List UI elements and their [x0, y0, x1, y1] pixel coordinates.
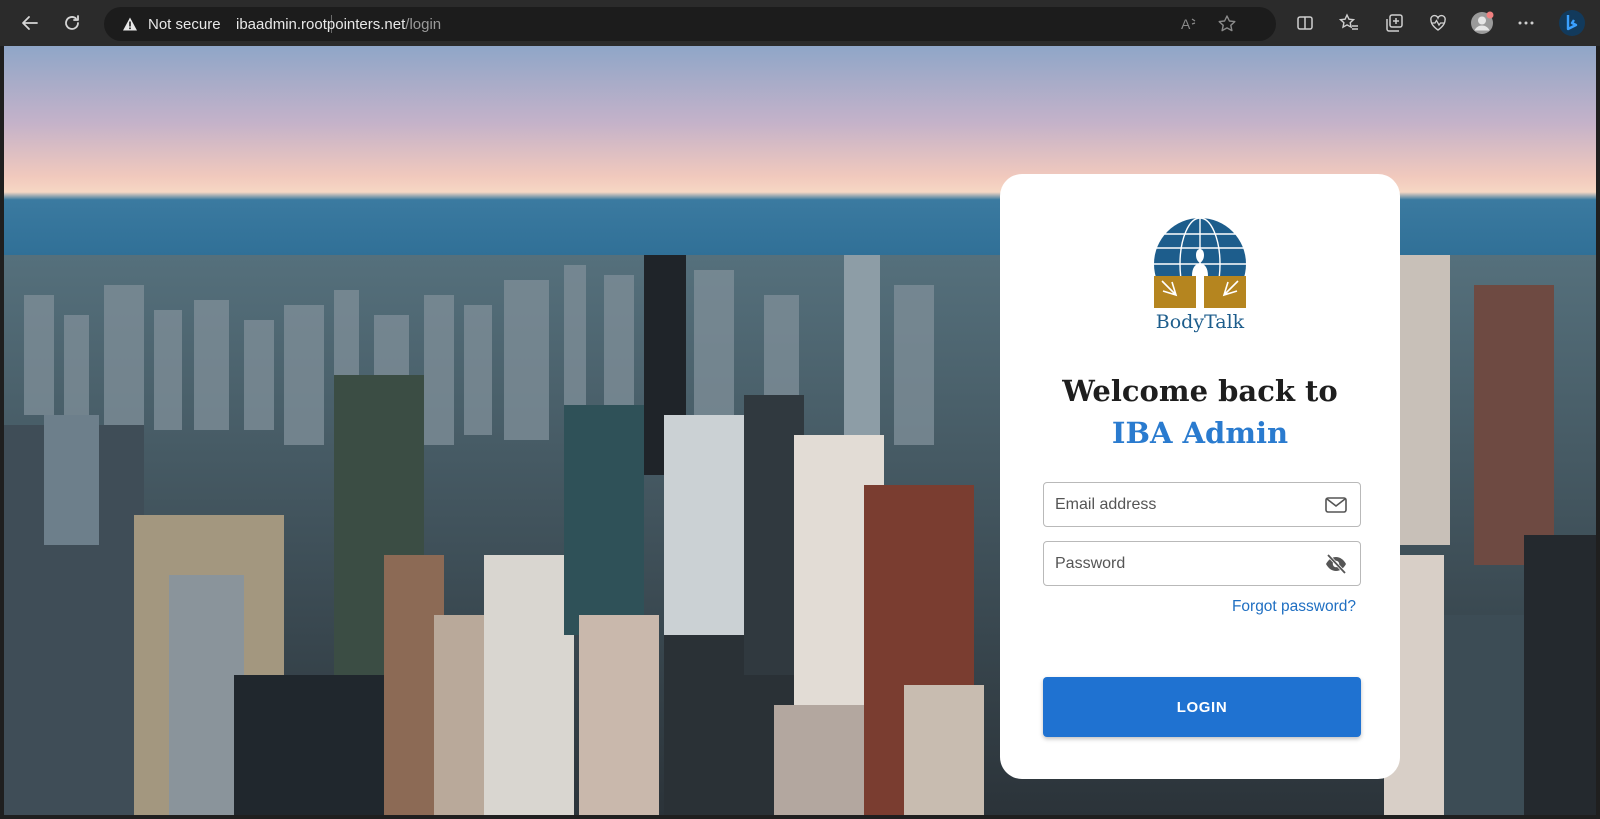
- email-input[interactable]: [1055, 483, 1315, 526]
- url-text[interactable]: ibaadmin.rootpointers.net/login: [236, 16, 441, 33]
- browser-toolbar: Not secure ibaadmin.rootpointers.net/log…: [0, 0, 1600, 46]
- favorites-icon[interactable]: [1338, 12, 1360, 34]
- url-path: /login: [405, 16, 442, 33]
- warning-icon[interactable]: [122, 16, 138, 32]
- profile-icon[interactable]: [1470, 11, 1494, 35]
- password-field[interactable]: [1043, 541, 1361, 586]
- forgot-password-link[interactable]: Forgot password?: [1232, 598, 1356, 616]
- svg-text:A: A: [1181, 16, 1191, 32]
- address-bar[interactable]: Not secure ibaadmin.rootpointers.net/log…: [104, 7, 1276, 41]
- bing-icon[interactable]: [1558, 9, 1586, 37]
- bodytalk-logo: BodyTalk: [1154, 217, 1246, 333]
- security-label[interactable]: Not secure: [148, 16, 221, 33]
- split-screen-icon[interactable]: [1294, 12, 1316, 34]
- visibility-off-icon[interactable]: [1324, 553, 1348, 575]
- login-card: BodyTalk Welcome back to IBA Admin Forgo…: [1000, 174, 1400, 779]
- refresh-icon[interactable]: [58, 9, 86, 37]
- email-field[interactable]: [1043, 482, 1361, 527]
- read-aloud-icon[interactable]: A: [1178, 13, 1200, 35]
- favorite-star-icon[interactable]: [1216, 13, 1238, 35]
- mail-icon: [1325, 497, 1347, 513]
- more-icon[interactable]: [1515, 12, 1537, 34]
- back-icon[interactable]: [16, 9, 44, 37]
- url-host: ibaadmin.rootpointers.net: [236, 16, 406, 33]
- page-viewport: BodyTalk Welcome back to IBA Admin Forgo…: [4, 46, 1596, 815]
- login-button[interactable]: LOGIN: [1043, 677, 1361, 737]
- password-input[interactable]: [1055, 542, 1315, 585]
- app-name-heading: IBA Admin: [1111, 416, 1289, 450]
- welcome-heading: Welcome back to: [1062, 374, 1338, 408]
- collections-icon[interactable]: [1383, 12, 1405, 34]
- heart-pulse-icon[interactable]: [1427, 12, 1449, 34]
- logo-wordmark: BodyTalk: [1156, 311, 1245, 333]
